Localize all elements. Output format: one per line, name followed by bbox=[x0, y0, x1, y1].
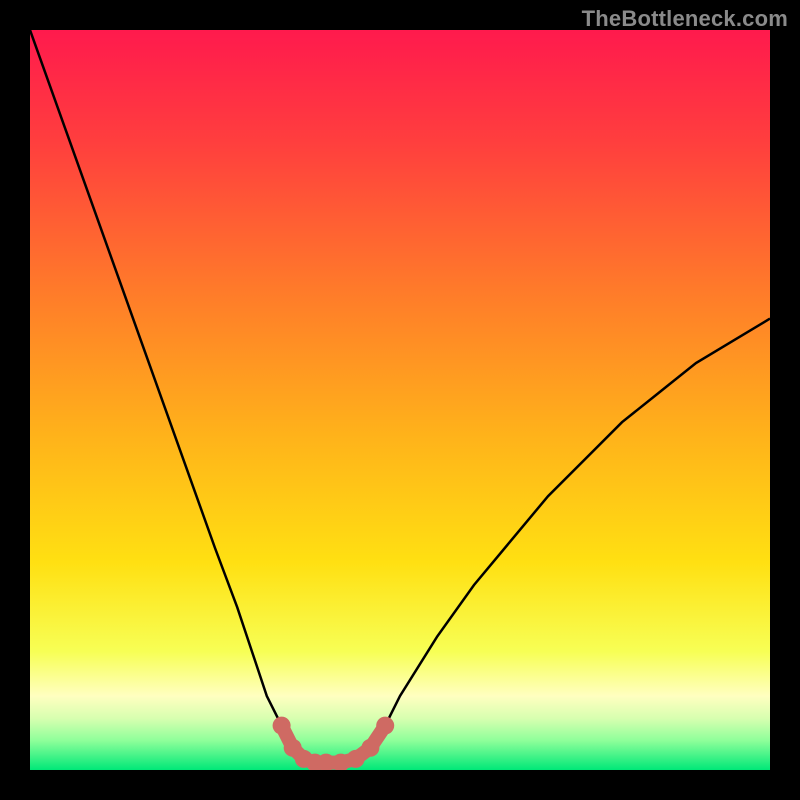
highlight-dots bbox=[273, 717, 395, 770]
highlight-dot bbox=[376, 717, 394, 735]
watermark-text: TheBottleneck.com bbox=[582, 6, 788, 32]
bottleneck-curve bbox=[30, 30, 770, 763]
highlight-dot bbox=[361, 739, 379, 757]
highlight-dot bbox=[273, 717, 291, 735]
plot-area bbox=[30, 30, 770, 770]
chart-frame: TheBottleneck.com bbox=[0, 0, 800, 800]
curve-layer bbox=[30, 30, 770, 770]
highlight-dot bbox=[347, 750, 365, 768]
